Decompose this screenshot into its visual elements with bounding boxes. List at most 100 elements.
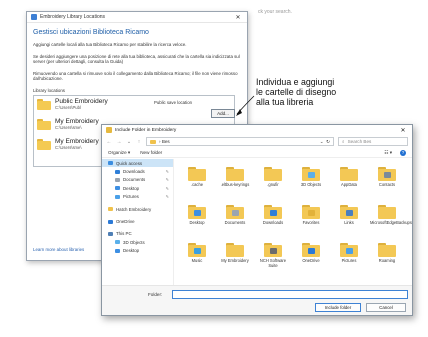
folder-icon <box>340 243 358 257</box>
nav-item-label: OneDrive <box>116 219 135 225</box>
nav-item-icon <box>115 186 120 191</box>
folder-label: .cache <box>190 182 204 187</box>
nav-item[interactable]: OneDrive <box>102 217 173 225</box>
nav-item[interactable]: Quick access <box>102 159 173 168</box>
include-folder-dialog: Include Folder in Embroidery ✕ ← → ⌄ ↑ ›… <box>101 124 413 316</box>
up-icon[interactable]: ↑ <box>136 139 142 145</box>
pin-icon[interactable]: ✎ <box>166 177 169 182</box>
folder-item[interactable]: MicrosoftEdgeBackups <box>370 205 412 226</box>
folder-item[interactable]: Links <box>332 205 366 226</box>
folder-label: .eltbus-keyrings <box>220 182 250 187</box>
nav-item[interactable]: This PC <box>102 230 173 238</box>
folder-item[interactable]: Contacts <box>370 167 404 188</box>
folder-item[interactable]: Desktop <box>180 205 214 226</box>
folder-icon <box>378 243 396 257</box>
folder-label: AppData <box>341 182 357 187</box>
nav-item-label: Pictures <box>123 194 139 200</box>
cancel-button[interactable]: Cancel <box>366 303 406 312</box>
folder-label: MicrosoftEdgeBackups <box>370 220 412 225</box>
address-bar[interactable]: › Bes ⌄ ↻ <box>146 137 334 146</box>
include-folder-button[interactable]: Include folder <box>315 303 361 312</box>
folder-item[interactable]: Pictures <box>332 243 366 264</box>
folder-label: 3D Objects <box>300 182 322 187</box>
help-icon[interactable]: ? <box>400 149 406 156</box>
folder-item[interactable]: Favorites <box>294 205 328 226</box>
forward-icon[interactable]: → <box>116 139 122 145</box>
folder-label: Folder: <box>148 292 163 297</box>
folder-icon <box>302 205 320 219</box>
command-bar: Organize ▾ New folder ☷ ▾ ? <box>102 148 412 158</box>
folder-item[interactable]: AppData <box>332 167 366 188</box>
nav-item-label: Desktop <box>123 185 140 191</box>
nav-item-icon <box>108 161 113 166</box>
nav-item[interactable]: Downloads ✎ <box>102 167 173 175</box>
dialog-title-bar: Include Folder in Embroidery ✕ <box>102 125 412 135</box>
callout-line: alla tua libreria <box>256 97 314 108</box>
folder-grid: .cache .eltbus-keyrings .gnufir 3D Objects A… <box>180 167 412 283</box>
folder-item[interactable]: Music <box>180 243 214 264</box>
folder-item[interactable]: OneDrive <box>294 243 328 264</box>
folder-label: .gnufir <box>267 182 279 187</box>
pin-icon[interactable]: ✎ <box>166 194 169 199</box>
nav-item-label: Desktop <box>123 248 140 254</box>
folder-item[interactable]: Roaming <box>370 243 404 264</box>
folder-icon <box>188 205 206 219</box>
callout-line: Individua e aggiungi <box>256 77 335 87</box>
folder-label: Roaming <box>378 258 396 263</box>
back-icon[interactable]: ← <box>106 139 112 145</box>
nav-item[interactable]: Desktop <box>102 247 173 255</box>
folder-item[interactable]: .cache <box>180 167 214 188</box>
folder-item[interactable]: 3D Objects <box>294 167 328 188</box>
close-icon[interactable]: ✕ <box>398 127 408 134</box>
view-options-icon[interactable]: ☷ ▾ <box>384 150 392 156</box>
folder-icon <box>226 243 244 257</box>
search-input[interactable]: ⌕ Search Bes <box>338 137 408 146</box>
pin-icon[interactable]: ✎ <box>166 169 169 174</box>
nav-item-icon <box>115 240 120 245</box>
callout-line: le cartelle di disegno <box>256 87 337 98</box>
folder-item[interactable]: .gnufir <box>256 167 290 188</box>
folder-icon <box>226 167 244 181</box>
folder-icon <box>150 139 156 144</box>
folder-item[interactable]: Documents <box>218 205 252 226</box>
folder-label: Pictures <box>341 258 357 263</box>
refresh-icon[interactable]: ↻ <box>326 139 330 145</box>
folder-item[interactable]: Downloads <box>256 205 290 226</box>
folder-icon <box>378 205 396 219</box>
pin-icon[interactable]: ✎ <box>166 186 169 191</box>
folder-label: Desktop <box>189 220 205 225</box>
folder-icon <box>378 167 396 181</box>
folder-label: NCH Software Suite <box>259 258 287 268</box>
folder-item[interactable]: My Embroidery <box>218 243 252 264</box>
nav-item[interactable]: Documents ✎ <box>102 176 173 184</box>
nav-item-icon <box>115 177 120 182</box>
search-icon: ⌕ <box>342 139 345 144</box>
dropdown-icon[interactable]: ⌄ <box>320 139 324 145</box>
recent-chevron-icon[interactable]: ⌄ <box>126 139 132 145</box>
new-folder-button[interactable]: New folder <box>140 150 162 155</box>
folder-icon <box>340 205 358 219</box>
nav-item-icon <box>115 248 120 253</box>
folder-icon <box>340 167 358 181</box>
folder-item[interactable]: .eltbus-keyrings <box>218 167 252 188</box>
app-icon <box>106 127 112 133</box>
folder-bar: Folder: Include folder Cancel <box>102 285 412 315</box>
nav-item-icon <box>115 169 120 174</box>
nav-item-label: This PC <box>116 231 132 237</box>
folder-item[interactable]: NCH Software Suite <box>256 243 290 269</box>
organize-menu[interactable]: Organize ▾ <box>108 150 130 156</box>
address-row: ← → ⌄ ↑ › Bes ⌄ ↻ ⌕ Search Bes <box>102 135 412 148</box>
folder-icon <box>264 243 282 257</box>
nav-item-icon <box>108 207 113 212</box>
nav-item[interactable]: 3D Objects <box>102 238 173 246</box>
nav-item-icon <box>108 231 113 236</box>
nav-item[interactable]: Desktop ✎ <box>102 184 173 192</box>
address-text: Bes <box>161 139 170 144</box>
nav-item[interactable]: Pictures ✎ <box>102 193 173 201</box>
nav-item-label: Quick access <box>116 160 143 166</box>
nav-item-label: Hatch Embroidery <box>116 206 152 212</box>
folder-label: Favorites <box>302 220 320 225</box>
folder-label: Music <box>191 258 203 263</box>
folder-input[interactable] <box>172 290 408 299</box>
nav-item[interactable]: Hatch Embroidery <box>102 205 173 213</box>
